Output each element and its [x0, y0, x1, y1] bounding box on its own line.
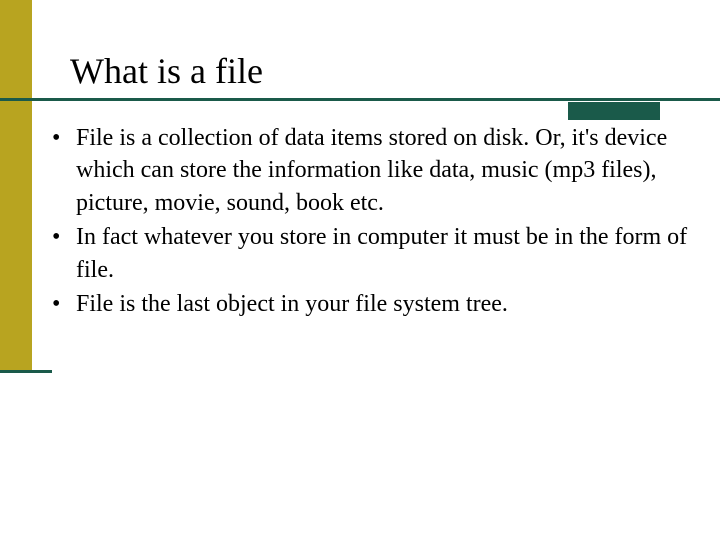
bullet-dot-icon: • — [48, 122, 76, 154]
bullet-item: • File is a collection of data items sto… — [48, 122, 708, 219]
bullet-text: File is a collection of data items store… — [76, 122, 708, 219]
left-accent-bar — [0, 0, 32, 370]
slide-content: • File is a collection of data items sto… — [48, 122, 708, 322]
bullet-dot-icon: • — [48, 288, 76, 320]
bullet-dot-icon: • — [48, 221, 76, 253]
accent-box — [568, 102, 660, 120]
bullet-text: In fact whatever you store in computer i… — [76, 221, 708, 286]
bullet-item: • In fact whatever you store in computer… — [48, 221, 708, 286]
bullet-text: File is the last object in your file sys… — [76, 288, 708, 320]
slide-title: What is a file — [70, 50, 263, 92]
title-underline — [0, 98, 720, 101]
bottom-tick — [0, 370, 52, 373]
bullet-item: • File is the last object in your file s… — [48, 288, 708, 320]
